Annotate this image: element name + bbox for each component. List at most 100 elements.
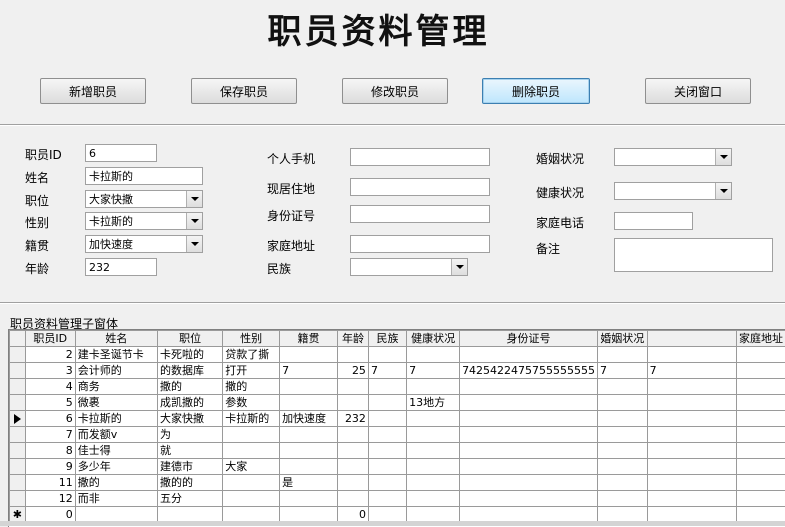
grid-cell-employee-id[interactable]: 8: [25, 443, 75, 459]
grid-cell-name[interactable]: 多少年: [75, 459, 157, 475]
grid-cell-gender[interactable]: [223, 475, 280, 491]
table-row[interactable]: 2建卡圣诞节卡卡死啦的贷款了撕: [10, 347, 785, 363]
grid-cell-origin[interactable]: [280, 379, 338, 395]
grid-cell-id-card[interactable]: [460, 427, 598, 443]
grid-cell-marital[interactable]: [598, 475, 648, 491]
grid-cell-origin[interactable]: [280, 443, 338, 459]
grid-cell-name[interactable]: 建卡圣诞节卡: [75, 347, 157, 363]
grid-header-col-position[interactable]: 职位: [157, 331, 222, 347]
address-field[interactable]: [350, 178, 490, 196]
grid-cell-gender[interactable]: 卡拉斯的: [223, 411, 280, 427]
grid-cell-extra[interactable]: [647, 459, 736, 475]
grid-cell-id-card[interactable]: [460, 395, 598, 411]
grid-cell-age[interactable]: [338, 443, 369, 459]
grid-cell-health[interactable]: [407, 491, 460, 507]
table-row[interactable]: 11撒的撒的的是: [10, 475, 785, 491]
grid-cell-home-address[interactable]: [737, 443, 785, 459]
grid-cell-age[interactable]: [338, 459, 369, 475]
grid-cell-home-address[interactable]: [737, 379, 785, 395]
grid-cell-extra[interactable]: [647, 491, 736, 507]
grid-cell-extra[interactable]: [647, 411, 736, 427]
employee-id-field[interactable]: 6: [85, 144, 157, 162]
grid-cell-origin[interactable]: [280, 395, 338, 411]
grid-cell-name[interactable]: 微裹: [75, 395, 157, 411]
grid-cell-position[interactable]: 撒的: [157, 379, 222, 395]
row-selector[interactable]: [10, 427, 26, 443]
grid-cell-position[interactable]: 就: [157, 443, 222, 459]
row-selector[interactable]: [10, 443, 26, 459]
grid-cell-health[interactable]: [407, 347, 460, 363]
grid-header-col-health[interactable]: 健康状况: [407, 331, 460, 347]
grid-cell-age[interactable]: [338, 475, 369, 491]
grid-cell-id-card[interactable]: [460, 459, 598, 475]
grid-cell-origin[interactable]: [280, 347, 338, 363]
home-phone-field[interactable]: [614, 212, 693, 230]
grid-cell-id-card[interactable]: [460, 379, 598, 395]
grid-cell-position[interactable]: 建德市: [157, 459, 222, 475]
table-row[interactable]: 12而非五分: [10, 491, 785, 507]
close-window-button[interactable]: 关闭窗口: [645, 78, 751, 104]
row-selector[interactable]: [10, 379, 26, 395]
table-row[interactable]: 5微裹成凯撒的参数13地方: [10, 395, 785, 411]
add-employee-button[interactable]: 新增职员: [40, 78, 146, 104]
grid-cell-marital[interactable]: [598, 443, 648, 459]
dropdown-arrow-icon[interactable]: [186, 191, 202, 207]
grid-cell-marital[interactable]: [598, 491, 648, 507]
grid-header-col-age[interactable]: 年龄: [338, 331, 369, 347]
grid-cell-gender[interactable]: [223, 443, 280, 459]
grid-cell-name[interactable]: 撒的: [75, 475, 157, 491]
grid-cell-ethnicity[interactable]: [368, 347, 406, 363]
table-row[interactable]: 6卡拉斯的大家快撒卡拉斯的加快速度232: [10, 411, 785, 427]
grid-cell-marital[interactable]: [598, 459, 648, 475]
grid-cell-position[interactable]: 五分: [157, 491, 222, 507]
name-field[interactable]: 卡拉斯的: [85, 167, 203, 185]
grid-cell-home-address[interactable]: [737, 363, 785, 379]
grid-cell-home-address[interactable]: [737, 459, 785, 475]
home-address-field[interactable]: [350, 235, 490, 253]
grid-cell-gender[interactable]: 大家: [223, 459, 280, 475]
grid-cell-health[interactable]: [407, 475, 460, 491]
grid-cell-name[interactable]: 而发额v: [75, 427, 157, 443]
grid-cell-name[interactable]: 佳士得: [75, 443, 157, 459]
grid-cell-origin[interactable]: 是: [280, 475, 338, 491]
age-field[interactable]: 232: [85, 258, 157, 276]
table-row[interactable]: 9多少年建德市大家: [10, 459, 785, 475]
grid-cell-name[interactable]: 而非: [75, 491, 157, 507]
grid-cell-age[interactable]: [338, 347, 369, 363]
grid-cell-age[interactable]: 25: [338, 363, 369, 379]
grid-cell-id-card[interactable]: [460, 443, 598, 459]
dropdown-arrow-icon[interactable]: [186, 236, 202, 252]
grid-cell-gender[interactable]: 撒的: [223, 379, 280, 395]
delete-employee-button[interactable]: 删除职员: [482, 78, 590, 104]
grid-cell-marital[interactable]: [598, 395, 648, 411]
row-selector[interactable]: [10, 459, 26, 475]
grid-cell-marital[interactable]: [598, 427, 648, 443]
grid-cell-gender[interactable]: 打开: [223, 363, 280, 379]
grid-cell-age[interactable]: [338, 491, 369, 507]
grid-cell-health[interactable]: 7: [407, 363, 460, 379]
notes-field[interactable]: [614, 238, 773, 272]
grid-cell-employee-id[interactable]: 9: [25, 459, 75, 475]
grid-cell-ethnicity[interactable]: [368, 411, 406, 427]
grid-header-col-extra[interactable]: [647, 331, 736, 347]
grid-cell-extra[interactable]: [647, 395, 736, 411]
grid-cell-home-address[interactable]: [737, 475, 785, 491]
dropdown-arrow-icon[interactable]: [451, 259, 467, 275]
row-selector[interactable]: [10, 475, 26, 491]
dropdown-arrow-icon[interactable]: [186, 213, 202, 229]
grid-cell-age[interactable]: 232: [338, 411, 369, 427]
grid-cell-extra[interactable]: 7: [647, 363, 736, 379]
mobile-field[interactable]: [350, 148, 490, 166]
grid-cell-ethnicity[interactable]: [368, 379, 406, 395]
grid-header-col-name[interactable]: 姓名: [75, 331, 157, 347]
id-card-field[interactable]: [350, 205, 490, 223]
grid-header-col-id-card[interactable]: 身份证号: [460, 331, 598, 347]
grid-cell-employee-id[interactable]: 4: [25, 379, 75, 395]
grid-cell-id-card[interactable]: [460, 347, 598, 363]
grid-cell-marital[interactable]: [598, 379, 648, 395]
grid-cell-extra[interactable]: [647, 427, 736, 443]
marital-combo[interactable]: [614, 148, 732, 166]
table-row[interactable]: 7而发额v为: [10, 427, 785, 443]
grid-cell-ethnicity[interactable]: [368, 459, 406, 475]
grid-cell-ethnicity[interactable]: [368, 427, 406, 443]
